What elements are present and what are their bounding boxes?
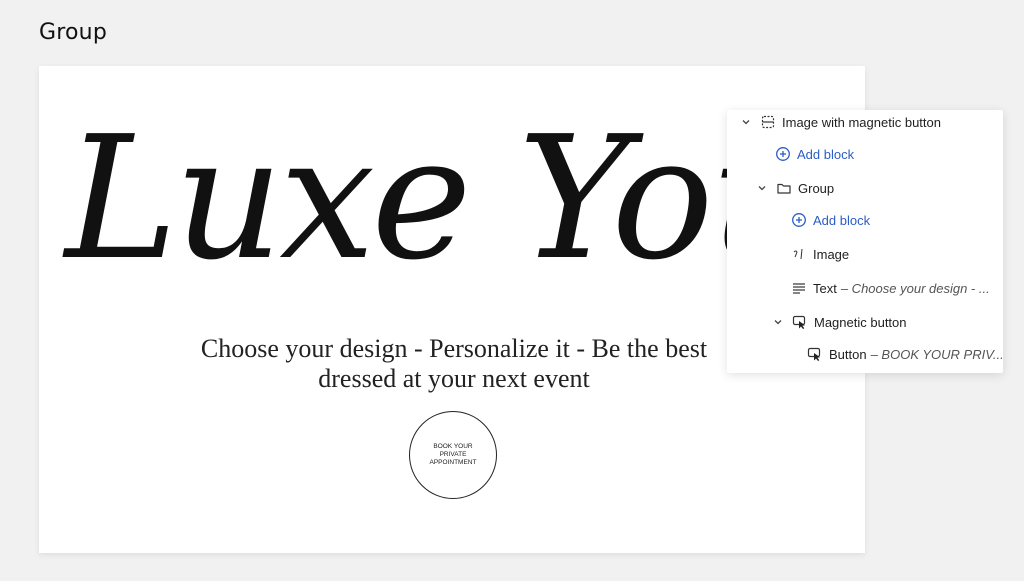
tree-item-label: Image <box>813 246 850 262</box>
image-icon <box>791 246 807 262</box>
section-layout-icon <box>760 114 776 130</box>
tree-item-image[interactable]: Image <box>791 242 849 266</box>
book-appointment-button[interactable]: BOOK YOUR PRIVATE APPOINTMENT <box>409 411 497 499</box>
tree-item-text[interactable]: Text – Choose your design - ... <box>791 276 990 300</box>
cursor-click-icon <box>792 314 808 330</box>
hero-title: Luxe You <box>65 100 819 298</box>
plus-circle-icon <box>775 146 791 162</box>
tree-item-group[interactable]: Group <box>756 176 834 200</box>
chevron-down-icon[interactable] <box>740 116 752 128</box>
tree-item-detail: – BOOK YOUR PRIV... <box>870 346 1004 362</box>
tree-item-label: Button <box>829 346 867 362</box>
tree-item-label: Group <box>798 180 835 196</box>
add-block-button[interactable]: Add block <box>791 208 870 232</box>
add-block-label: Add block <box>813 212 871 228</box>
page-title: Group <box>39 20 107 45</box>
add-block-button[interactable]: Add block <box>775 142 854 166</box>
tree-item-label: Magnetic button <box>814 314 907 330</box>
tree-item-magnetic-button[interactable]: Magnetic button <box>772 310 907 334</box>
folder-icon <box>776 180 792 196</box>
book-appointment-label: BOOK YOUR PRIVATE APPOINTMENT <box>429 443 477 466</box>
text-align-left-icon <box>791 280 807 296</box>
tree-item-detail: – Choose your design - ... <box>840 280 990 296</box>
block-tree-panel: Image with magnetic button Add block Gro… <box>727 110 1004 373</box>
plus-circle-icon <box>791 212 807 228</box>
hero-subtitle: Choose your design - Personalize it - Be… <box>200 334 708 393</box>
tree-item-label: Image with magnetic button <box>782 114 941 130</box>
tree-item-image-with-magnetic-button[interactable]: Image with magnetic button <box>740 110 941 134</box>
tree-item-button[interactable]: Button – BOOK YOUR PRIV... <box>807 342 1004 366</box>
chevron-down-icon[interactable] <box>756 182 768 194</box>
add-block-label: Add block <box>797 146 855 162</box>
cursor-click-icon <box>807 346 823 362</box>
chevron-down-icon[interactable] <box>772 316 784 328</box>
tree-item-label: Text <box>813 280 837 296</box>
